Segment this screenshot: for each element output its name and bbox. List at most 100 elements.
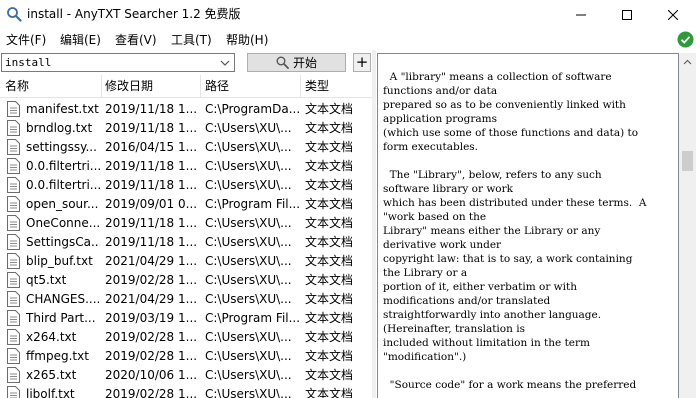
file-date: 2019/03/19 [105, 311, 175, 325]
menu-file[interactable]: 文件(F) [6, 32, 46, 48]
table-row[interactable]: Third Part... 2019/03/19 1... C:\Program Fi… [0, 309, 372, 328]
file-path: C:\Users\XU\... [205, 216, 292, 230]
minimize-icon [576, 14, 586, 15]
file-name: Third Part... [26, 311, 96, 325]
file-path: C:\Users\XU\... [205, 387, 292, 398]
file-name: SettingsCa... [26, 235, 100, 249]
file-date: 2019/02/28 [105, 330, 175, 344]
file-path: C:\Program Fil... [205, 197, 299, 211]
file-name: 0.0.filtertri... [26, 178, 100, 192]
table-row[interactable]: libolf.txt 2019/02/28 1... C:\Users\XU\... 文… [0, 385, 372, 398]
scroll-thumb[interactable] [682, 151, 693, 171]
table-row[interactable]: manifest.txt 2019/11/18 1... C:\ProgramDa..… [0, 100, 372, 119]
file-name: blip_buf.txt [26, 254, 93, 268]
file-type: 文本文档 [305, 387, 354, 398]
minimize-button[interactable] [558, 0, 604, 29]
search-app-icon [7, 7, 22, 22]
pane-splitter[interactable] [372, 50, 376, 398]
file-path: C:\Users\XU\... [205, 159, 292, 173]
table-row[interactable]: CHANGES.... 2021/04/29 1... C:\Users\XU\...… [0, 290, 372, 309]
text-file-icon [7, 386, 20, 398]
file-date: 2019/11/18 [105, 235, 175, 249]
text-file-icon [7, 158, 20, 174]
table-row[interactable]: x264.txt 2019/02/28 1... C:\Users\XU\... 文本文… [0, 328, 372, 347]
file-name: settingssy... [26, 140, 97, 154]
text-file-icon [7, 291, 20, 307]
table-row[interactable]: open_sour... 2019/09/01 0... C:\Program Fil… [0, 195, 372, 214]
search-input[interactable] [5, 55, 215, 70]
file-path: C:\Users\XU\... [205, 330, 292, 344]
table-row[interactable]: ffmpeg.txt 2019/02/28 1... C:\Users\XU\... 文… [0, 347, 372, 366]
text-file-icon [7, 139, 20, 155]
file-time: 1... [178, 216, 198, 230]
menu-view[interactable]: 查看(V) [115, 32, 157, 48]
preview-pane[interactable]: A "library" means a collection of softwa… [377, 53, 679, 398]
text-file-icon [7, 310, 20, 326]
file-date: 2019/11/18 [105, 102, 175, 116]
menu-help[interactable]: 帮助(H) [226, 32, 268, 48]
file-type: 文本文档 [305, 216, 354, 230]
table-row[interactable]: SettingsCa... 2019/11/18 1... C:\Users\XU\.… [0, 233, 372, 252]
file-type: 文本文档 [305, 159, 354, 173]
file-path: C:\Users\XU\... [205, 178, 292, 192]
menu-edit[interactable]: 编辑(E) [60, 32, 101, 48]
file-time: 1... [178, 273, 198, 287]
chevron-up-icon [683, 59, 692, 64]
file-path: C:\Users\XU\... [205, 292, 292, 306]
file-time: 1... [178, 387, 198, 398]
file-date: 2019/11/18 [105, 216, 175, 230]
column-divider[interactable] [101, 75, 102, 97]
column-path-header[interactable]: 路径 [205, 79, 229, 94]
file-date: 2019/11/18 [105, 121, 175, 135]
file-path: C:\Program Fil... [205, 311, 299, 325]
table-row[interactable]: 0.0.filtertri... 2019/11/18 1... C:\Users\X… [0, 157, 372, 176]
text-file-icon [7, 101, 20, 117]
title-bar: install - AnyTXT Searcher 1.2 免费版 [0, 0, 696, 29]
preview-scrollbar[interactable] [679, 53, 696, 398]
window-title: install - AnyTXT Searcher 1.2 免费版 [27, 7, 241, 21]
file-type: 文本文档 [305, 254, 354, 268]
table-row[interactable]: settingssy... 2016/04/15 1... C:\Users\XU\.… [0, 138, 372, 157]
close-button[interactable] [650, 0, 696, 29]
column-divider[interactable] [300, 75, 301, 97]
scroll-up-button[interactable] [679, 53, 696, 70]
text-file-icon [7, 329, 20, 345]
menu-tools[interactable]: 工具(T) [171, 32, 212, 48]
table-row[interactable]: blip_buf.txt 2021/04/29 1... C:\Users\XU\..… [0, 252, 372, 271]
start-search-button[interactable]: 开始 [247, 53, 346, 72]
menu-bar: 文件(F) 编辑(E) 查看(V) 工具(T) 帮助(H) [0, 29, 696, 50]
maximize-button[interactable] [604, 0, 650, 29]
file-type: 文本文档 [305, 121, 354, 135]
file-name: x265.txt [26, 368, 77, 382]
table-row[interactable]: OneConne... 2019/11/18 1... C:\Users\XU\...… [0, 214, 372, 233]
table-row[interactable]: x265.txt 2020/10/06 1... C:\Users\XU\... 文本文… [0, 366, 372, 385]
file-type: 文本文档 [305, 102, 354, 116]
start-button-label: 开始 [292, 55, 317, 70]
maximize-icon [622, 9, 632, 20]
results-list[interactable]: 名称 修改日期 路径 类型 manifest.txt 2019/11/18 1...… [0, 75, 372, 398]
table-row[interactable]: qt5.txt 2019/02/28 1... C:\Users\XU\... 文本文档 [0, 271, 372, 290]
column-divider[interactable] [200, 75, 201, 97]
file-time: 1... [178, 311, 198, 325]
column-name-header[interactable]: 名称 [5, 79, 29, 94]
text-file-icon [7, 348, 20, 364]
add-button[interactable]: + [353, 53, 371, 72]
file-name: manifest.txt [26, 102, 99, 116]
text-file-icon [7, 215, 20, 231]
file-time: 1... [178, 368, 198, 382]
file-type: 文本文档 [305, 311, 354, 325]
file-path: C:\Users\XU\... [205, 121, 292, 135]
column-type-header[interactable]: 类型 [305, 79, 329, 94]
file-time: 1... [178, 121, 198, 135]
search-icon [276, 56, 289, 69]
file-type: 文本文档 [305, 235, 354, 249]
table-row[interactable]: 0.0.filtertri... 2019/11/18 1... C:\Users\X… [0, 176, 372, 195]
file-name: libolf.txt [26, 387, 75, 398]
chevron-down-icon[interactable] [219, 57, 231, 69]
check-circle-icon [677, 31, 694, 48]
table-row[interactable]: brndlog.txt 2019/11/18 1... C:\Users\XU\...… [0, 119, 372, 138]
file-date: 2019/02/28 [105, 349, 175, 363]
column-date-header[interactable]: 修改日期 [105, 79, 153, 94]
search-combobox[interactable] [1, 53, 235, 72]
file-date: 2020/10/06 [105, 368, 175, 382]
